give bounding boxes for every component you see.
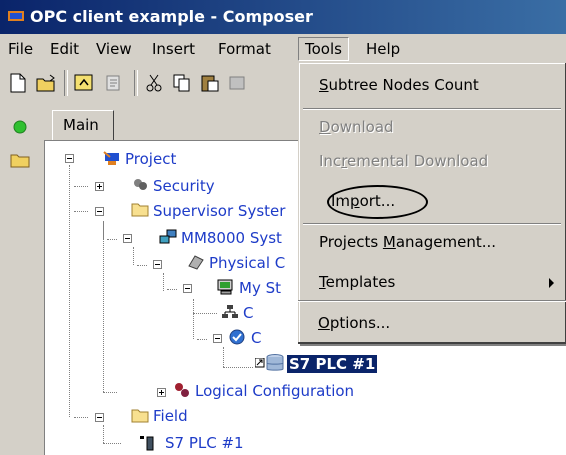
menu-bar: File Edit View Insert Format Tools Help	[0, 34, 566, 62]
menu-tools[interactable]: Tools	[298, 37, 349, 61]
new-document-icon[interactable]	[8, 73, 28, 93]
menu-separator	[303, 108, 561, 110]
tree-node-supervisor[interactable]: Supervisor Syster	[153, 201, 285, 221]
tree-node-s7plc-selected[interactable]: S7 PLC #1	[287, 354, 378, 374]
shortcut-icon	[255, 358, 265, 368]
menu-format[interactable]: Format	[218, 38, 271, 60]
menu-item-projects-management[interactable]: Projects Management...	[319, 230, 496, 254]
collapse-toggle[interactable]	[183, 284, 192, 293]
tree-node-project[interactable]: Project	[125, 149, 176, 169]
menu-item-templates[interactable]: Templates	[319, 270, 395, 294]
highlight-oval-annotation	[327, 185, 428, 219]
more-tools-icon[interactable]	[228, 73, 248, 93]
menu-insert[interactable]: Insert	[152, 38, 195, 60]
collapse-toggle[interactable]	[153, 260, 162, 269]
tree-node-child-c1[interactable]: C	[243, 303, 253, 323]
menu-separator	[298, 300, 566, 345]
tree-node-my-station[interactable]: My St	[239, 278, 281, 298]
title-bar: OPC client example - Composer	[0, 0, 566, 34]
tree-node-child-c2[interactable]: C	[251, 328, 261, 348]
tree-node-s7plc-field[interactable]: S7 PLC #1	[165, 433, 244, 453]
menu-bottom-edge	[298, 342, 566, 344]
security-icon	[134, 179, 147, 190]
cut-icon[interactable]	[144, 73, 164, 93]
menu-help[interactable]: Help	[366, 38, 400, 60]
menu-item-subtree-nodes-count[interactable]: Subtree Nodes Count	[319, 73, 479, 97]
folder-open-icon	[131, 409, 149, 423]
collapse-toggle[interactable]	[95, 413, 104, 422]
tree-node-field[interactable]: Field	[153, 406, 188, 426]
paste-icon[interactable]	[200, 73, 220, 93]
submenu-arrow-icon	[549, 278, 554, 288]
app-icon	[8, 11, 24, 21]
network-icon	[222, 305, 238, 318]
collapse-toggle[interactable]	[123, 234, 132, 243]
opc-client-icon	[229, 329, 245, 345]
menu-item-download[interactable]: Download	[319, 115, 394, 139]
menu-view[interactable]: View	[96, 38, 132, 60]
copy-icon[interactable]	[172, 73, 192, 93]
open-folder-icon[interactable]	[36, 73, 56, 93]
folder-open-icon	[131, 203, 149, 217]
project-icon	[103, 151, 119, 165]
folder-icon[interactable]	[10, 152, 30, 168]
window-title: OPC client example - Composer	[30, 7, 313, 26]
tree-node-security[interactable]: Security	[153, 176, 215, 196]
menu-separator	[303, 223, 561, 225]
left-panel-strip	[0, 102, 40, 454]
menu-file[interactable]: File	[8, 38, 33, 60]
menu-item-incremental-download[interactable]: Incremental Download	[319, 149, 488, 173]
collapse-toggle[interactable]	[213, 334, 222, 343]
physical-config-icon	[188, 255, 204, 270]
status-green-icon	[13, 120, 27, 134]
menu-edit[interactable]: Edit	[50, 38, 79, 60]
expand-toggle[interactable]	[95, 182, 104, 191]
tree-node-mm8000[interactable]: MM8000 Syst	[181, 228, 282, 248]
plc-device-icon	[140, 436, 154, 451]
collapse-toggle[interactable]	[95, 207, 104, 216]
expand-toggle[interactable]	[157, 388, 166, 397]
database-icon	[266, 354, 284, 371]
logical-config-icon	[175, 383, 189, 397]
tree-node-logical[interactable]: Logical Configuration	[195, 381, 354, 401]
tab-main[interactable]: Main	[52, 110, 114, 142]
tree-node-physical[interactable]: Physical C	[209, 253, 285, 273]
collapse-toggle[interactable]	[65, 154, 74, 163]
level-up-icon[interactable]	[74, 73, 94, 93]
computer-icon	[217, 279, 233, 295]
properties-icon[interactable]	[104, 73, 124, 93]
network-computer-icon	[159, 229, 177, 244]
